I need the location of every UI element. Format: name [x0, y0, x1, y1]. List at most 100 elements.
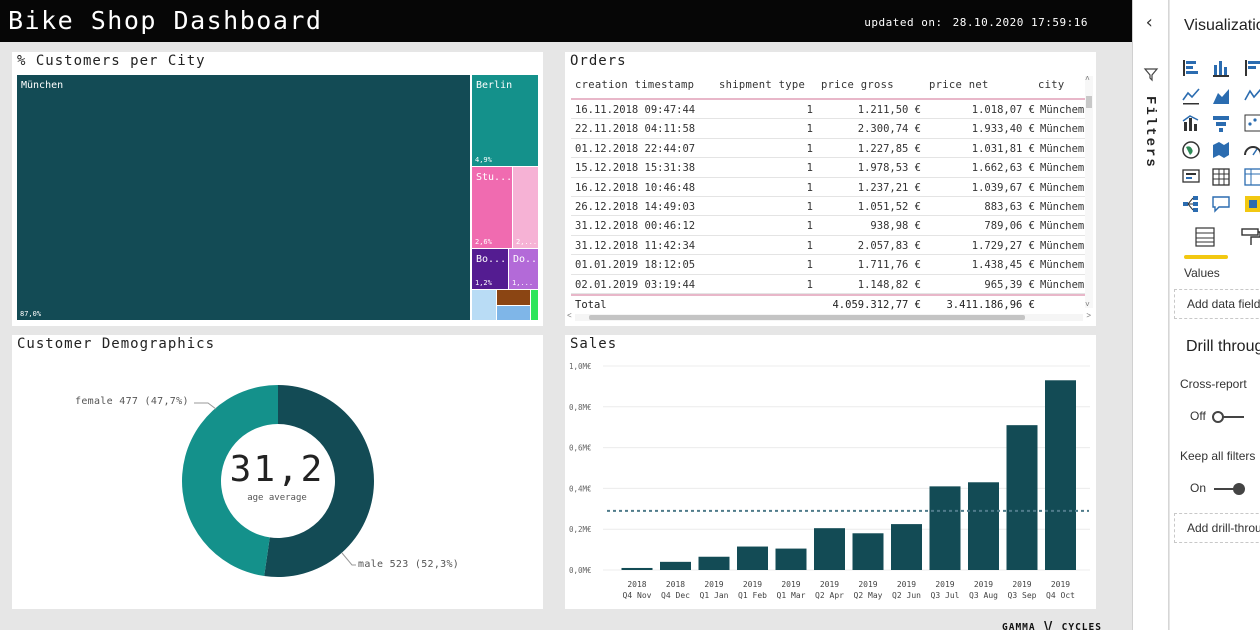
table-row[interactable]: 31.12.2018 11:42:34 1 2.057,83 € 1.729,27 €…: [571, 236, 1085, 256]
treemap-cell[interactable]: [531, 290, 538, 320]
table-cell: Münchem: [1040, 104, 1085, 116]
treemap-cell[interactable]: Bo... 1,2%: [472, 249, 508, 289]
scroll-up-icon[interactable]: ˄: [1085, 74, 1090, 84]
x-tick-label: Q3 Jul: [931, 591, 960, 600]
sales-bar[interactable]: [891, 524, 922, 570]
total-gross: 4.059.312,77 €: [832, 299, 921, 311]
treemap-cell-label: Do...: [513, 254, 538, 265]
x-tick-label: 2019: [974, 580, 993, 589]
column-header[interactable]: shipment type: [719, 79, 805, 91]
decomposition-tree-icon[interactable]: [1180, 193, 1202, 215]
treemap-cell[interactable]: [497, 306, 530, 320]
add-drill-through-dropzone[interactable]: Add drill-through fields here: [1174, 513, 1260, 543]
sales-panel[interactable]: Sales 0,0M€ 0,2M€ 0,4M€ 0,6M€ 0,8M€ 1,0M€ 2018…: [565, 335, 1096, 609]
table-row[interactable]: 01.12.2018 22:44:07 1 1.227,85 € 1.031,81 €…: [571, 139, 1085, 159]
scrollbar-thumb[interactable]: [1086, 96, 1092, 108]
sales-bar[interactable]: [621, 567, 653, 570]
x-tick-label: Q4 Nov: [623, 591, 652, 600]
column-header[interactable]: price net: [929, 79, 989, 91]
table-row[interactable]: 01.01.2019 18:12:05 1 1.711,76 € 1.438,45 €…: [571, 255, 1085, 275]
table-row[interactable]: 16.11.2018 09:47:44 1 1.211,50 € 1.018,07 €…: [571, 100, 1085, 120]
gauge-icon[interactable]: [1242, 139, 1260, 161]
sales-bar[interactable]: [1045, 380, 1076, 570]
line-chart-icon[interactable]: [1180, 85, 1202, 107]
add-data-fields-dropzone[interactable]: Add data fields here: [1174, 289, 1260, 319]
sales-bar[interactable]: [1006, 425, 1038, 570]
cross-report-toggle[interactable]: [1212, 411, 1246, 423]
x-tick-label: 2019: [743, 580, 762, 589]
globe-map-icon[interactable]: [1180, 139, 1202, 161]
vertical-scrollbar[interactable]: ˄ ˅: [1085, 74, 1093, 310]
table-row[interactable]: 31.12.2018 00:46:12 1 938,98 € 789,06 € Münc…: [571, 216, 1085, 236]
orders-panel[interactable]: Orders creation timestamp shipment type …: [565, 52, 1096, 326]
visualizations-title: Visualizations: [1184, 17, 1260, 34]
filters-pane[interactable]: ‹ Filters: [1133, 0, 1169, 630]
customers-per-city-panel[interactable]: % Customers per City München 87,0% Berlin 4…: [12, 52, 543, 326]
card-icon[interactable]: [1180, 166, 1202, 188]
treemap-cell[interactable]: 2,...: [513, 167, 538, 248]
line-stacked-chart-icon[interactable]: [1242, 85, 1260, 107]
keep-all-filters-toggle[interactable]: [1212, 483, 1246, 495]
scroll-right-icon[interactable]: ˃: [1086, 311, 1091, 321]
format-paint-roller-icon[interactable]: [1240, 226, 1260, 248]
toggle-knob: [1212, 411, 1224, 423]
table-row[interactable]: 15.12.2018 15:31:38 1 1.978,53 € 1.662,63 €…: [571, 158, 1085, 178]
table-row[interactable]: 22.11.2018 04:11:58 1 2.300,74 € 1.933,40 €…: [571, 119, 1085, 139]
treemap-cell[interactable]: Do... 1,...: [509, 249, 538, 289]
filled-map-icon[interactable]: [1210, 139, 1232, 161]
x-tick-label: 2019: [781, 580, 800, 589]
qna-icon[interactable]: [1210, 193, 1232, 215]
table-cell: Münchem: [1040, 123, 1085, 136]
scroll-left-icon[interactable]: ˂: [567, 311, 572, 321]
table-row[interactable]: 26.12.2018 14:49:03 1 1.051,52 € 883,63 € Mü…: [571, 197, 1085, 217]
treemap-cell[interactable]: [472, 290, 496, 320]
city-treemap[interactable]: München 87,0% Berlin 4,9% Stu... 2,6% 2,... Bo.…: [12, 52, 543, 326]
table-cell: Münchem: [1040, 278, 1085, 291]
filter-icon[interactable]: [1143, 66, 1159, 82]
sales-bar[interactable]: [775, 548, 807, 570]
table-icon[interactable]: [1210, 166, 1232, 188]
x-tick-label: 2019: [897, 580, 916, 589]
male-label: male 523 (52,3%): [358, 559, 460, 570]
line-column-chart-icon[interactable]: [1180, 112, 1202, 134]
sales-bar[interactable]: [737, 546, 768, 570]
collapse-chevron-icon[interactable]: ‹: [1144, 14, 1155, 32]
scroll-down-icon[interactable]: ˅: [1085, 300, 1090, 310]
scatter-chart-icon[interactable]: [1242, 112, 1260, 134]
sales-bar[interactable]: [968, 482, 999, 570]
scrollbar-thumb[interactable]: [589, 315, 1025, 320]
column-header[interactable]: city: [1038, 79, 1065, 91]
treemap-cell[interactable]: Stu... 2,6%: [472, 167, 512, 248]
horizontal-scrollbar[interactable]: ˂ ˃: [567, 311, 1091, 321]
custom-visual-icon[interactable]: [1242, 193, 1260, 215]
table-cell: 1: [806, 259, 813, 272]
sales-bar[interactable]: [814, 528, 845, 570]
stacked-bar-chart-icon[interactable]: [1180, 57, 1202, 79]
treemap-cell[interactable]: München 87,0%: [17, 75, 470, 320]
sales-chart[interactable]: 0,0M€ 0,2M€ 0,4M€ 0,6M€ 0,8M€ 1,0M€ 2018 Q4 Nov…: [565, 335, 1096, 609]
matrix-icon[interactable]: [1242, 166, 1260, 188]
sales-bar[interactable]: [929, 486, 961, 570]
table-row[interactable]: 02.01.2019 03:19:44 1 1.148,82 € 965,39 € Mü…: [571, 275, 1085, 294]
sales-bar[interactable]: [698, 556, 730, 570]
filters-label[interactable]: Filters: [1142, 96, 1158, 169]
table-cell: 1.662,63 €: [971, 162, 1035, 175]
column-header[interactable]: creation timestamp: [575, 79, 694, 91]
treemap-cell[interactable]: [497, 290, 530, 305]
table-cell: 1.711,76 €: [857, 259, 921, 272]
table-row[interactable]: 16.12.2018 10:46:48 1 1.237,21 € 1.039,67 €…: [571, 178, 1085, 197]
treemap-cell[interactable]: Berlin 4,9%: [472, 75, 538, 166]
visualizations-pane[interactable]: Visualizations Values Add data fields he…: [1170, 0, 1260, 630]
customer-demographics-panel[interactable]: Customer Demographics female 477 (47,7%)…: [12, 335, 543, 609]
sales-bar[interactable]: [660, 561, 691, 570]
updated-value: 28.10.2020 17:59:16: [952, 16, 1088, 29]
stacked-column-chart-icon[interactable]: [1210, 57, 1232, 79]
table-cell: 15.12.2018 15:31:38: [575, 162, 696, 175]
funnel-chart-icon[interactable]: [1210, 112, 1232, 134]
area-chart-icon[interactable]: [1210, 85, 1232, 107]
clustered-bar-chart-icon[interactable]: [1242, 57, 1260, 79]
fields-tab-icon[interactable]: [1194, 226, 1216, 248]
column-header[interactable]: price gross: [821, 79, 894, 91]
sales-bar[interactable]: [852, 533, 884, 570]
table-cell: 965,39 €: [984, 278, 1035, 291]
